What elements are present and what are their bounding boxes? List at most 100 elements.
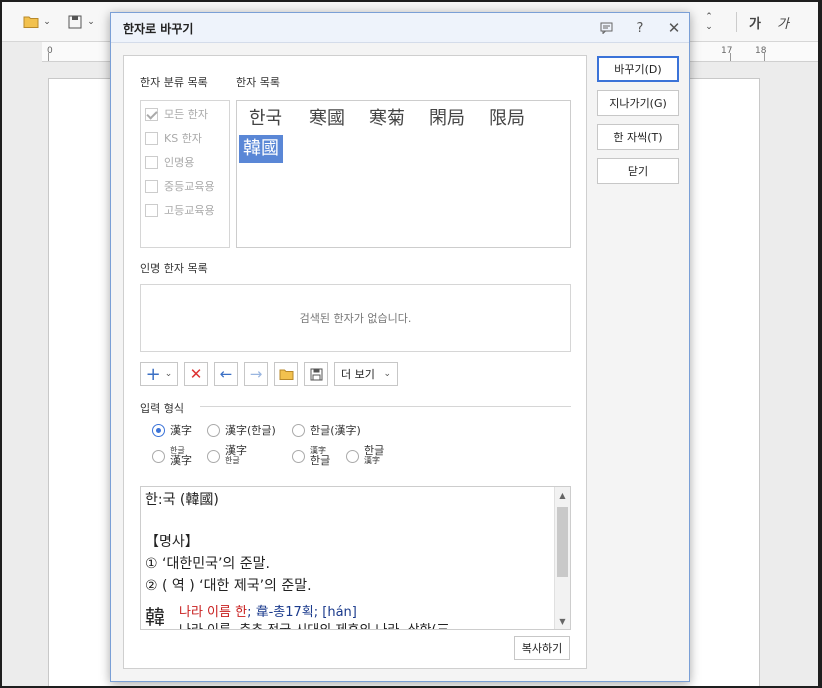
definition-scrollbar[interactable]: ▲ ▼ bbox=[554, 487, 570, 629]
definition-pos: 【명사】 bbox=[145, 534, 199, 550]
italic-button[interactable]: 가 bbox=[774, 12, 792, 32]
copy-button[interactable]: 복사하기 bbox=[514, 636, 570, 660]
checkbox[interactable] bbox=[145, 179, 158, 193]
dialog-title: 한자로 바꾸기 bbox=[123, 22, 194, 36]
hanja-meaning-line: 나라 이름 한; 韋-총17획; [hán] bbox=[179, 601, 357, 620]
replace-button[interactable]: 바꾸기(D) bbox=[597, 56, 679, 82]
format-label: 한글(漢字) bbox=[310, 424, 361, 437]
format-label: 漢字 bbox=[170, 424, 192, 437]
save-dropdown-chevron-icon[interactable]: ⌄ bbox=[86, 12, 96, 32]
move-right-button[interactable]: → bbox=[244, 362, 268, 386]
format-option-ruby-hanja[interactable]: 한글 漢字 bbox=[152, 446, 192, 466]
format-option-ruby-hangul[interactable]: 漢字 한글 bbox=[292, 446, 330, 466]
toolbar-divider bbox=[736, 12, 737, 32]
format-option-hangul-sub-hanja[interactable]: 한글 漢字 bbox=[346, 444, 385, 466]
open-folder-icon[interactable] bbox=[20, 12, 42, 32]
checkbox[interactable] bbox=[145, 155, 158, 169]
radio-button[interactable] bbox=[152, 449, 165, 463]
category-list-label: 한자 분류 목록 bbox=[140, 76, 208, 89]
ruby-bottom: 漢字 bbox=[170, 454, 192, 467]
save-icon[interactable] bbox=[64, 12, 86, 32]
save-file-button[interactable] bbox=[304, 362, 328, 386]
more-view-dropdown[interactable]: 더 보기 ⌄ bbox=[334, 362, 398, 386]
radio-button[interactable] bbox=[152, 423, 165, 437]
empty-message: 검색된 한자가 없습니다. bbox=[299, 312, 412, 325]
definition-viewer[interactable]: 한:국 (韓國) 【명사】 ① ‘대한민국’의 준말. ② ( 역 ) ‘대한 … bbox=[140, 486, 571, 630]
radio-button[interactable] bbox=[207, 423, 220, 437]
hanja-candidate[interactable]: 한국 bbox=[245, 105, 286, 133]
radio-button[interactable] bbox=[292, 423, 305, 437]
plus-icon: + bbox=[145, 363, 161, 385]
hanja-candidate[interactable]: 寒國 bbox=[305, 105, 349, 133]
ruler-tick bbox=[730, 53, 731, 61]
scroll-up-icon[interactable]: ▲ bbox=[555, 487, 570, 503]
chevron-down-icon: ⌄ bbox=[164, 369, 173, 379]
scroll-thumb[interactable] bbox=[557, 507, 568, 577]
definition-sense-2: ② ( 역 ) ‘대한 제국’의 준말. bbox=[145, 578, 312, 594]
hanja-glyph: 韓 bbox=[145, 605, 165, 629]
ruby-top: 漢字 bbox=[225, 444, 247, 457]
category-item-name[interactable]: 인명용 bbox=[145, 153, 194, 171]
add-button[interactable]: + ⌄ bbox=[140, 362, 178, 386]
ruby-bottom: 漢字 bbox=[364, 456, 380, 465]
category-item-high-school[interactable]: 고등교육용 bbox=[145, 201, 215, 219]
hwp-app-window: ⌄ ⌄ ⌃ ⌄ 가 가 0 17 18 한자로 바꾸기 ? ✕ 한자 분류 목록 … bbox=[2, 2, 818, 686]
hanja-candidate-list: 한국 寒國 寒菊 閑局 限局 韓國 bbox=[236, 100, 571, 248]
hanja-meaning-red: 나라 이름 한 bbox=[179, 605, 248, 620]
dialog-title-bar: 한자로 바꾸기 ? ✕ bbox=[111, 13, 689, 43]
skip-button[interactable]: 지나가기(G) bbox=[597, 90, 679, 116]
close-button[interactable]: 닫기 bbox=[597, 158, 679, 184]
open-file-button[interactable] bbox=[274, 362, 298, 386]
ruby-top: 한글 bbox=[364, 444, 385, 457]
checkbox[interactable] bbox=[145, 203, 158, 217]
delete-x-icon: ✕ bbox=[189, 365, 203, 383]
category-label: 인명용 bbox=[164, 156, 195, 169]
chevron-down-icon: ⌄ bbox=[383, 369, 391, 379]
format-option-hanja-sub-hangul[interactable]: 漢字 한글 bbox=[207, 444, 247, 466]
name-hanja-list: 검색된 한자가 없습니다. bbox=[140, 284, 571, 352]
definition-headword: 한:국 (韓國) bbox=[145, 492, 219, 508]
one-char-button[interactable]: 한 자씩(T) bbox=[597, 124, 679, 150]
close-icon[interactable]: ✕ bbox=[665, 19, 683, 37]
hanja-description: 나라 이름, 춘추 전국 시대의 제후의 나라, 삼한(三 bbox=[179, 619, 450, 629]
format-option-hanja-hangul[interactable]: 漢字(한글) bbox=[207, 422, 276, 438]
format-option-hanja[interactable]: 漢字 bbox=[152, 422, 192, 438]
help-icon[interactable]: ? bbox=[631, 19, 649, 37]
move-left-button[interactable]: ← bbox=[214, 362, 238, 386]
hanja-candidate[interactable]: 閑局 bbox=[425, 105, 469, 133]
hanja-radical-info: ; 韋-총17획; [hán] bbox=[247, 605, 357, 620]
category-item-all[interactable]: 모든 한자 bbox=[145, 105, 208, 123]
format-label: 漢字(한글) bbox=[225, 424, 276, 437]
ruler-tick bbox=[764, 53, 765, 61]
bold-button[interactable]: 가 bbox=[746, 12, 764, 32]
checkbox[interactable] bbox=[145, 131, 158, 145]
hanja-convert-dialog: 한자로 바꾸기 ? ✕ 한자 분류 목록 한자 목록 모든 한자 KS 한자 인… bbox=[110, 12, 690, 682]
ruby-bottom: 한글 bbox=[225, 456, 240, 465]
open-dropdown-chevron-icon[interactable]: ⌄ bbox=[42, 12, 52, 32]
delete-button[interactable]: ✕ bbox=[184, 362, 208, 386]
hanja-candidate[interactable]: 寒菊 bbox=[365, 105, 409, 133]
feedback-icon[interactable] bbox=[597, 19, 615, 37]
ruby-bottom: 한글 bbox=[310, 454, 331, 467]
hanja-candidate[interactable]: 限局 bbox=[485, 105, 529, 133]
floppy-icon bbox=[310, 368, 322, 380]
radio-button[interactable] bbox=[346, 449, 359, 463]
radio-button[interactable] bbox=[292, 449, 305, 463]
font-size-spinner-icon[interactable]: ⌃ ⌄ bbox=[702, 12, 716, 32]
more-view-label: 더 보기 bbox=[341, 368, 375, 381]
arrow-right-icon: → bbox=[249, 365, 263, 383]
category-label: 모든 한자 bbox=[164, 108, 208, 121]
ruler-tick bbox=[48, 53, 49, 61]
checkbox[interactable] bbox=[145, 107, 158, 121]
hanja-list-label: 한자 목록 bbox=[236, 76, 280, 89]
hanja-candidate-selected[interactable]: 韓國 bbox=[239, 135, 283, 163]
folder-icon bbox=[279, 369, 293, 380]
name-hanja-label: 인명 한자 목록 bbox=[140, 262, 208, 275]
arrow-left-icon: ← bbox=[219, 365, 233, 383]
format-option-hangul-hanja[interactable]: 한글(漢字) bbox=[292, 422, 361, 438]
category-item-ks[interactable]: KS 한자 bbox=[145, 129, 202, 147]
category-item-middle-school[interactable]: 중등교육용 bbox=[145, 177, 215, 195]
scroll-down-icon[interactable]: ▼ bbox=[555, 613, 570, 629]
category-label: KS 한자 bbox=[164, 132, 202, 145]
radio-button[interactable] bbox=[207, 449, 220, 463]
